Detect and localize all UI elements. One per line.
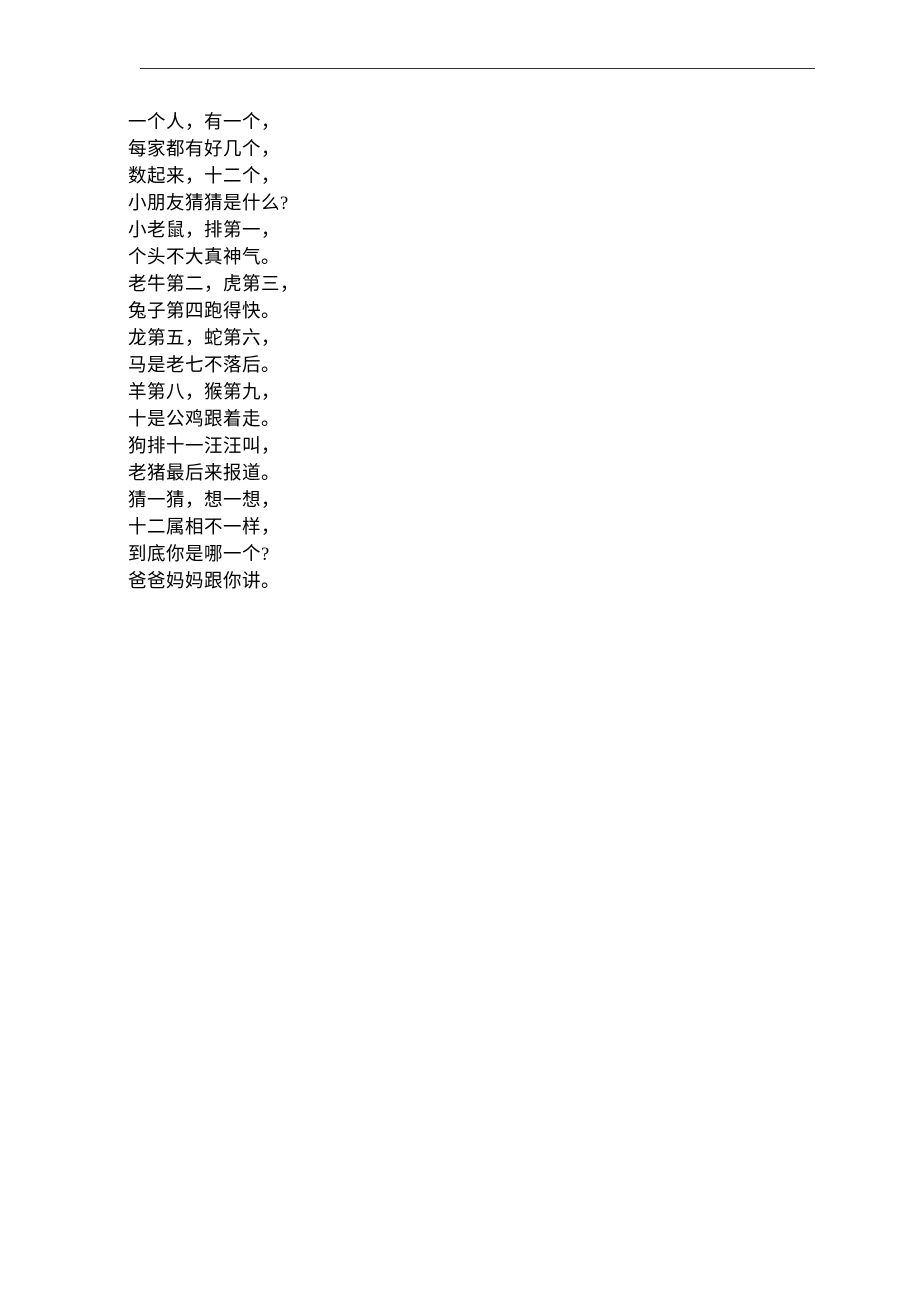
- poem-line: 数起来，十二个，: [128, 164, 299, 191]
- poem-line: 龙第五，蛇第六，: [128, 326, 299, 353]
- poem-line: 一个人，有一个，: [128, 110, 299, 137]
- poem-line: 猜一猜，想一想，: [128, 488, 299, 515]
- poem-line: 小老鼠，排第一，: [128, 218, 299, 245]
- poem-line: 狗排十一汪汪叫，: [128, 434, 299, 461]
- poem-line: 十二属相不一样，: [128, 515, 299, 542]
- poem-line: 每家都有好几个，: [128, 137, 299, 164]
- poem-line: 个头不大真神气。: [128, 245, 299, 272]
- poem-line: 十是公鸡跟着走。: [128, 407, 299, 434]
- poem-line: 老猪最后来报道。: [128, 461, 299, 488]
- poem-line: 到底你是哪一个?: [128, 542, 299, 569]
- poem-line: 爸爸妈妈跟你讲。: [128, 569, 299, 596]
- poem-line: 老牛第二，虎第三，: [128, 272, 299, 299]
- poem-line: 马是老七不落后。: [128, 353, 299, 380]
- poem-body: 一个人，有一个， 每家都有好几个， 数起来，十二个， 小朋友猜猜是什么? 小老鼠…: [128, 110, 299, 596]
- poem-line: 小朋友猜猜是什么?: [128, 191, 299, 218]
- poem-line: 羊第八，猴第九，: [128, 380, 299, 407]
- horizontal-divider: [140, 68, 815, 69]
- poem-line: 兔子第四跑得快。: [128, 299, 299, 326]
